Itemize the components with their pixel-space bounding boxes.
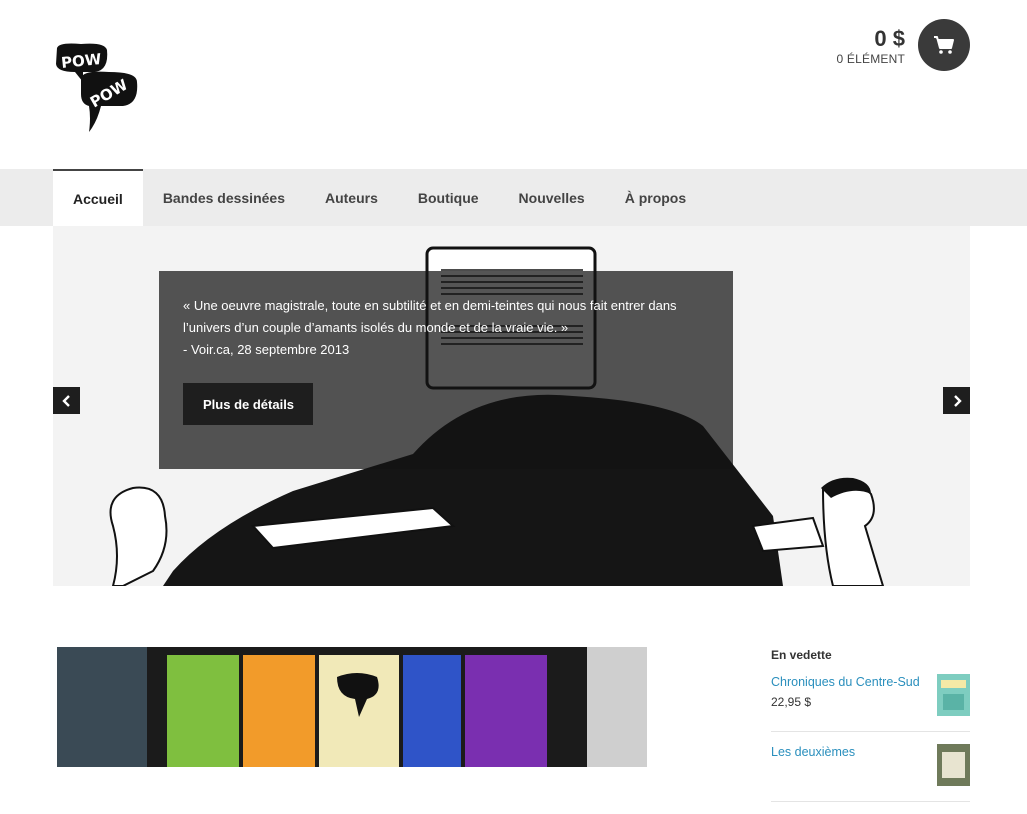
featured-photo[interactable] [57, 647, 647, 767]
nav-item-accueil[interactable]: Accueil [53, 169, 143, 226]
featured-sidebar: En vedette Chroniques du Centre-Sud 22,9… [771, 648, 970, 814]
cart-amount: 0 $ [874, 26, 905, 51]
site-logo[interactable]: POW POW [53, 42, 139, 134]
nav-item-nouvelles[interactable]: Nouvelles [499, 169, 605, 226]
chevron-left-icon [61, 394, 70, 407]
nav-item-a-propos[interactable]: À propos [605, 169, 706, 226]
nav-item-bandes-dessinees[interactable]: Bandes dessinées [143, 169, 305, 226]
product-item: Chroniques du Centre-Sud 22,95 $ [771, 674, 970, 732]
cart-button[interactable] [918, 19, 970, 71]
product-link[interactable]: Chroniques du Centre-Sud [771, 674, 931, 690]
booth-photo-image [57, 647, 647, 767]
nav-item-auteurs[interactable]: Auteurs [305, 169, 398, 226]
product-thumbnail[interactable] [937, 744, 970, 786]
product-item: Les deuxièmes [771, 744, 970, 802]
cart-item-count: 0 ÉLÉMENT [836, 52, 905, 66]
shopping-cart-icon [934, 36, 954, 54]
slider-next-button[interactable] [943, 387, 970, 414]
nav-item-boutique[interactable]: Boutique [398, 169, 499, 226]
sidebar-title: En vedette [771, 648, 832, 662]
slider-prev-button[interactable] [53, 387, 80, 414]
product-link[interactable]: Les deuxièmes [771, 744, 931, 760]
slide-source: - Voir.ca, 28 septembre 2013 [183, 342, 350, 357]
cart-summary[interactable]: 0 $ 0 ÉLÉMENT [837, 26, 906, 66]
product-thumbnail[interactable] [937, 674, 970, 716]
site-header: POW POW 0 $ 0 ÉLÉMENT [0, 0, 1027, 170]
main-navigation: Accueil Bandes dessinées Auteurs Boutiqu… [0, 169, 1027, 226]
slide-quote: « Une oeuvre magistrale, toute en subtil… [183, 298, 677, 335]
slide-caption: « Une oeuvre magistrale, toute en subtil… [159, 271, 733, 469]
chevron-right-icon [953, 394, 962, 407]
hero-slider: « Une oeuvre magistrale, toute en subtil… [53, 226, 970, 586]
details-button[interactable]: Plus de détails [183, 383, 313, 425]
pow-pow-logo-icon: POW POW [56, 43, 138, 132]
